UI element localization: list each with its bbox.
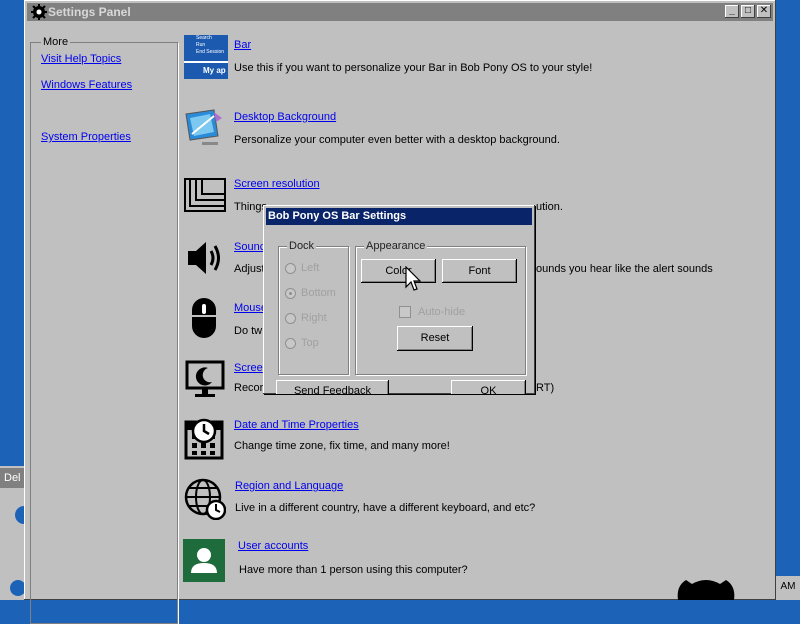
font-button[interactable]: Font [442, 259, 517, 283]
sidebar-legend: More [41, 36, 71, 48]
region-language-link[interactable]: Region and Language [235, 480, 343, 492]
send-feedback-button[interactable]: Send Feedback [276, 380, 389, 394]
autohide-checkbox[interactable]: Auto-hide [399, 306, 519, 320]
desktop-background-link[interactable]: Desktop Background [234, 111, 336, 123]
system-properties-link[interactable]: System Properties [41, 131, 131, 143]
radio-dot [285, 288, 296, 299]
bar-icon-my-apps: My ap [203, 66, 226, 75]
screen-resolution-link[interactable]: Screen resolution [234, 178, 320, 190]
pony-logo-icon [677, 580, 735, 600]
dock-legend: Dock [287, 240, 317, 252]
speaker-icon [188, 242, 220, 274]
mouse-description: Do tw [234, 325, 263, 337]
user-accounts-description: Have more than 1 person using this compu… [239, 564, 468, 576]
screen-resolution-description-tail: ution. [536, 201, 563, 213]
date-time-link[interactable]: Date and Time Properties [234, 419, 359, 431]
screen-resolution-icon [184, 178, 226, 212]
close-button[interactable]: ✕ [757, 5, 771, 18]
cursor-arrow-icon [405, 266, 421, 291]
region-language-description: Live in a different country, have a diff… [235, 502, 536, 514]
sound-description: Adjust [234, 263, 265, 275]
radio-dot [285, 338, 296, 349]
bar-link[interactable]: Bar [234, 39, 251, 51]
background-window-title: Del [0, 468, 24, 488]
settings-gear-icon [31, 4, 47, 20]
desktop-background-description: Personalize your computer even better wi… [234, 134, 560, 146]
dialog-title: Bob Pony OS Bar Settings [268, 210, 407, 222]
radio-dot [285, 313, 296, 324]
bar-description: Use this if you want to personalize your… [234, 62, 593, 74]
background-window-icon [15, 506, 24, 524]
color-button[interactable]: Color [361, 259, 436, 283]
screensaver-link[interactable]: Scree [234, 362, 263, 374]
ok-button[interactable]: OK [451, 380, 526, 394]
desktop-background-icon [185, 109, 222, 145]
bar-icon-run: Run [196, 42, 206, 48]
dock-bottom-label: Bottom [301, 287, 336, 299]
dock-top-label: Top [301, 337, 319, 349]
dock-right-label: Right [301, 312, 327, 324]
window-title-bar[interactable]: Settings Panel _ □ ✕ [27, 3, 773, 21]
background-window-gear-icon [10, 580, 24, 596]
checkbox-box [399, 306, 411, 318]
screensaver-description: Recor [234, 382, 264, 394]
visit-help-topics-link[interactable]: Visit Help Topics [41, 53, 121, 65]
windows-features-link[interactable]: Windows Features [41, 79, 132, 91]
sound-description-tail: ounds you hear like the alert sounds [536, 263, 713, 275]
maximize-button[interactable]: □ [741, 5, 755, 18]
reset-button[interactable]: Reset [397, 326, 473, 351]
user-account-icon [183, 539, 225, 582]
bar-settings-dialog: Bob Pony OS Bar Settings Dock Left Botto… [263, 205, 535, 394]
bar-icon-search: Search [196, 35, 212, 41]
minimize-button[interactable]: _ [725, 5, 739, 18]
sidebar-more: More [30, 36, 178, 624]
bar-icon-end-session: End Session [196, 49, 225, 55]
dock-left-label: Left [301, 262, 320, 274]
background-window[interactable]: Del [0, 466, 24, 600]
sound-link[interactable]: Sounc [234, 241, 265, 253]
autohide-label: Auto-hide [418, 306, 466, 318]
user-accounts-link[interactable]: User accounts [238, 540, 308, 552]
calendar-clock-icon [184, 418, 224, 460]
window-title: Settings Panel [48, 5, 131, 19]
screensaver-icon [185, 360, 225, 397]
bar-icon: Search Run End Session My ap [184, 35, 228, 79]
taskbar-clock[interactable]: AM [776, 576, 800, 600]
radio-dot [285, 263, 296, 274]
globe-clock-icon [184, 478, 226, 520]
dialog-title-bar[interactable]: Bob Pony OS Bar Settings [266, 208, 532, 225]
mouse-icon [192, 298, 216, 338]
date-time-description: Change time zone, fix time, and many mor… [234, 440, 450, 452]
appearance-legend: Appearance [364, 240, 428, 252]
screensaver-description-tail: RT) [536, 382, 555, 394]
